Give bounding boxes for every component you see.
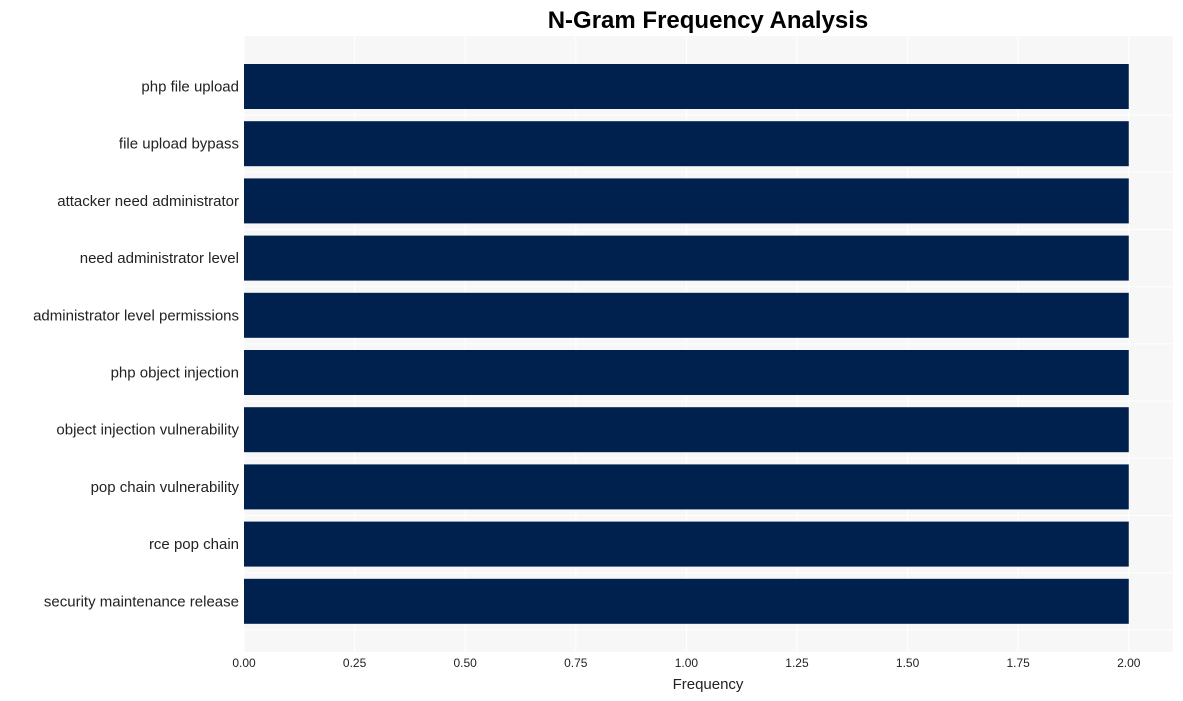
y-tick-label: php object injection xyxy=(111,365,239,382)
x-tick-label: 0.00 xyxy=(232,656,256,670)
bar xyxy=(244,121,1129,167)
y-tick-label: pop chain vulnerability xyxy=(91,479,240,496)
y-tick-label: php file upload xyxy=(141,79,239,96)
y-tick-label: object injection vulnerability xyxy=(56,422,239,439)
x-tick-label: 1.50 xyxy=(896,656,920,670)
y-tick-label: need administrator level xyxy=(80,250,239,267)
bar xyxy=(244,350,1129,395)
bar xyxy=(244,464,1129,510)
chart-title: N-Gram Frequency Analysis xyxy=(548,7,869,34)
bar xyxy=(244,578,1129,624)
x-tick-label: 2.00 xyxy=(1117,656,1141,670)
x-tick-label: 1.25 xyxy=(785,656,809,670)
bar xyxy=(244,64,1129,109)
bar xyxy=(244,407,1129,453)
x-tick-label: 1.00 xyxy=(675,656,699,670)
x-tick-label: 1.75 xyxy=(1006,656,1030,670)
x-tick-label: 0.25 xyxy=(343,656,367,670)
x-axis-ticks: 0.00 0.25 0.50 0.75 1.00 1.25 1.50 1.75 2.00 xyxy=(232,656,1140,670)
x-axis-label: Frequency xyxy=(673,676,744,693)
bar xyxy=(244,521,1129,567)
bar xyxy=(244,292,1129,338)
bar xyxy=(244,178,1129,224)
y-axis-labels: php file upload file upload bypass attacke… xyxy=(33,79,239,611)
y-tick-label: attacker need administrator xyxy=(57,193,239,210)
y-tick-label: file upload bypass xyxy=(119,136,239,153)
x-tick-label: 0.50 xyxy=(454,656,478,670)
y-tick-label: rce pop chain xyxy=(149,536,239,553)
y-tick-label: administrator level permissions xyxy=(33,307,239,324)
bar xyxy=(244,235,1129,281)
chart: php file upload file upload bypass attacke… xyxy=(33,7,1173,693)
y-tick-label: security maintenance release xyxy=(44,593,239,610)
x-tick-label: 0.75 xyxy=(564,656,588,670)
